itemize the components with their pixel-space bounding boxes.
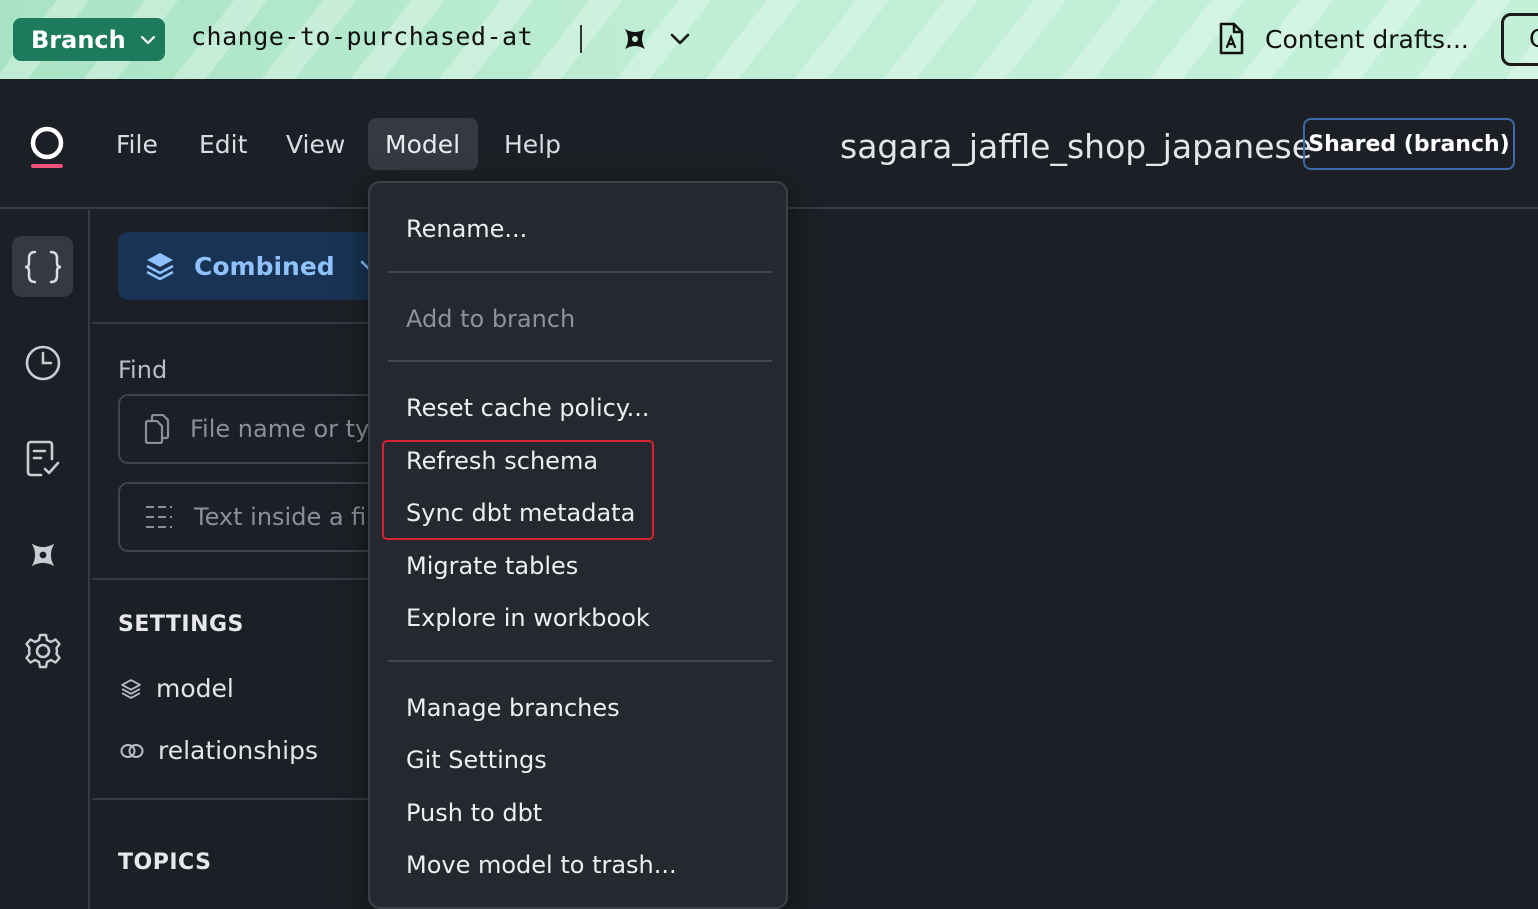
gear-icon <box>24 633 61 668</box>
settings-heading: SETTINGS <box>118 612 244 637</box>
text-search-placeholder: Text inside a file <box>194 503 388 531</box>
chevron-down-icon <box>670 33 690 45</box>
combined-label: Combined <box>194 251 335 281</box>
banner-divider <box>580 25 582 53</box>
side-panel: Combined Find File name or type Text ins… <box>92 210 392 909</box>
branch-name: change-to-purchased-at <box>191 22 534 51</box>
content-drafts-button[interactable]: Content drafts... <box>1217 22 1469 56</box>
menu-item-reset-cache-policy[interactable]: Reset cache policy... <box>406 394 650 422</box>
menu-item-git-settings[interactable]: Git Settings <box>406 746 547 774</box>
content-drafts-label: Content drafts... <box>1265 24 1469 54</box>
panel-divider <box>92 798 392 800</box>
dbt-menu-toggle[interactable] <box>620 24 692 54</box>
menu-edit[interactable]: Edit <box>182 118 264 170</box>
menu-item-sync-dbt-metadata[interactable]: Sync dbt metadata <box>406 499 635 527</box>
file-search-input[interactable]: File name or type <box>118 394 392 464</box>
menu-item-rename[interactable]: Rename... <box>406 215 527 243</box>
layers-icon <box>146 253 174 281</box>
dbt-icon <box>31 543 54 566</box>
text-search-input[interactable]: Text inside a file <box>118 482 392 552</box>
file-search-placeholder: File name or type <box>190 415 392 443</box>
topics-heading: TOPICS <box>118 850 212 875</box>
checklist-icon <box>26 440 59 476</box>
clock-icon <box>25 345 60 380</box>
braces-icon <box>24 250 61 283</box>
branch-button-label: Branch <box>31 25 126 54</box>
menu-file[interactable]: File <box>99 118 175 170</box>
icon-rail <box>0 210 90 909</box>
settings-item-model[interactable]: model <box>120 674 234 703</box>
rail-validation-button[interactable] <box>12 428 73 489</box>
menu-item-manage-branches[interactable]: Manage branches <box>406 694 620 722</box>
dbt-icon <box>625 29 645 49</box>
menu-item-push-to-dbt[interactable]: Push to dbt <box>406 799 542 827</box>
menu-item-migrate-tables[interactable]: Migrate tables <box>406 552 578 580</box>
menu-item-move-to-trash[interactable]: Move model to trash... <box>406 851 677 879</box>
menu-divider <box>388 360 772 362</box>
model-menu-dropdown: Rename... Add to branch Reset cache poli… <box>368 181 788 909</box>
chevron-down-icon <box>140 35 155 44</box>
document-icon <box>1219 22 1244 55</box>
shared-branch-button[interactable]: Shared (branch) <box>1303 118 1515 170</box>
link-icon <box>120 743 144 758</box>
branch-banner: Branch change-to-purchased-at Content dr… <box>0 0 1538 79</box>
banner-action-button[interactable]: C <box>1501 13 1538 66</box>
menu-item-refresh-schema[interactable]: Refresh schema <box>406 447 598 475</box>
menu-divider <box>388 660 772 662</box>
menu-divider <box>388 271 772 273</box>
rail-settings-button[interactable] <box>12 620 73 681</box>
menu-model[interactable]: Model <box>368 118 478 170</box>
rail-dbt-button[interactable] <box>12 524 73 585</box>
model-title: sagara_jaffle_shop_japanese <box>840 127 1312 166</box>
find-label: Find <box>118 356 168 384</box>
rail-code-button[interactable] <box>12 236 73 297</box>
menu-item-explore-in-workbook[interactable]: Explore in workbook <box>406 604 650 632</box>
panel-divider <box>92 322 392 324</box>
layers-icon <box>121 678 141 699</box>
app-logo[interactable] <box>28 126 66 170</box>
settings-item-label: relationships <box>158 736 318 765</box>
copy-files-icon <box>144 414 170 444</box>
panel-divider <box>92 578 392 580</box>
menu-help[interactable]: Help <box>487 118 578 170</box>
rail-history-button[interactable] <box>12 332 73 393</box>
settings-item-label: model <box>156 674 234 703</box>
branch-button[interactable]: Branch <box>13 18 165 61</box>
menu-view[interactable]: View <box>269 118 362 170</box>
text-filter-icon <box>146 506 172 528</box>
settings-item-relationships[interactable]: relationships <box>120 736 318 765</box>
menu-item-add-to-branch: Add to branch <box>406 305 576 333</box>
combined-view-dropdown[interactable]: Combined <box>118 232 392 300</box>
